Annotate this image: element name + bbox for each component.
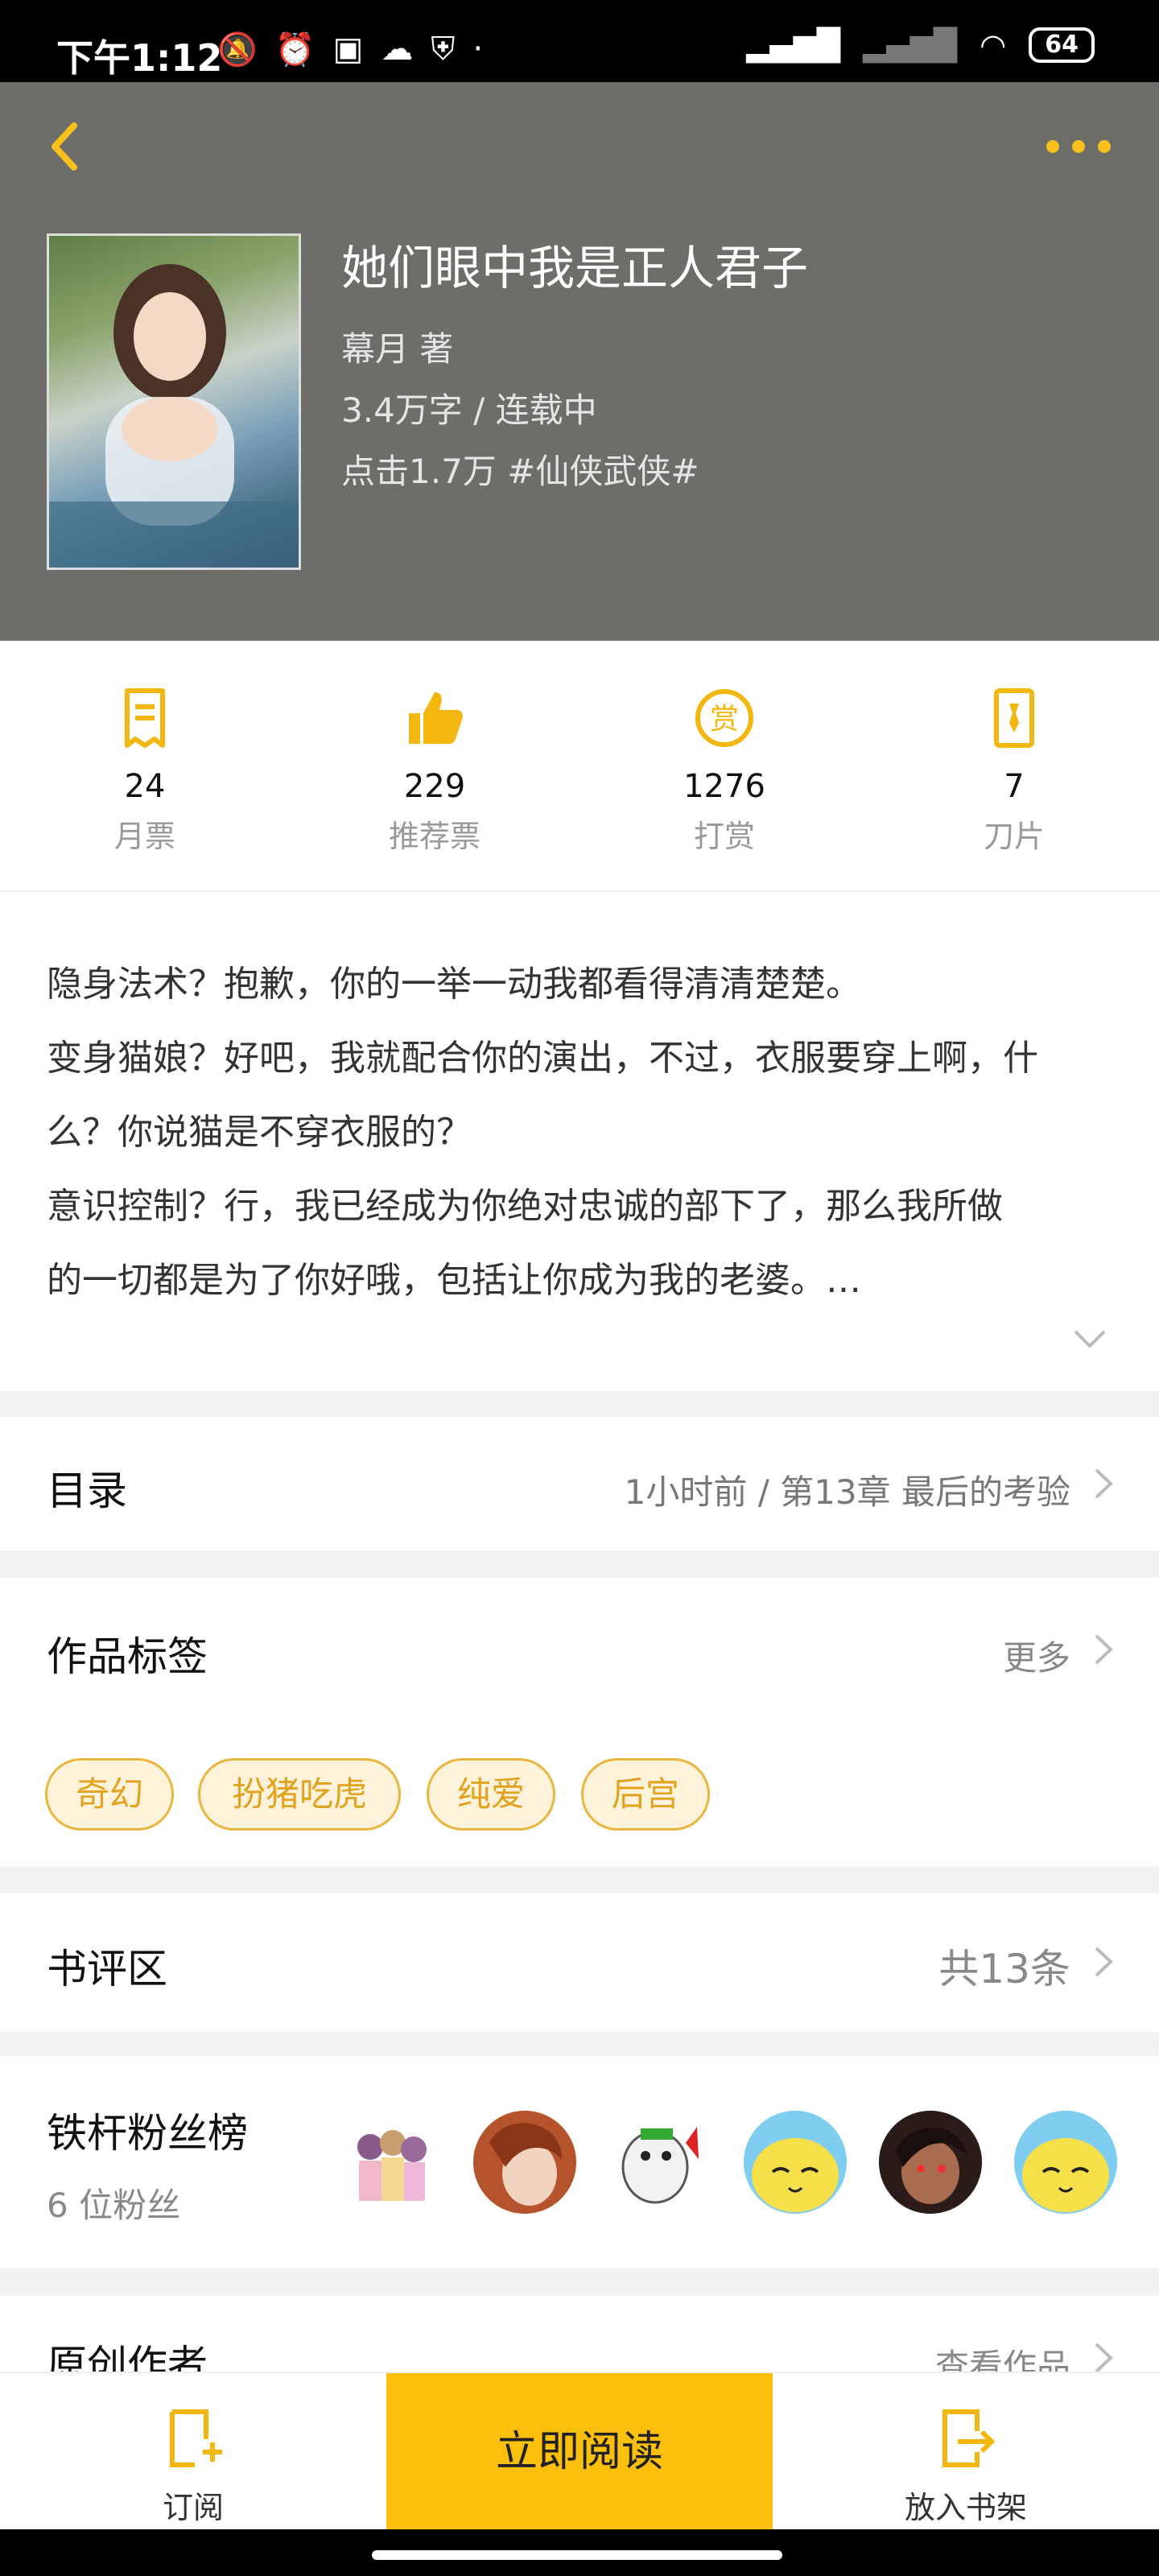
add-to-shelf-icon bbox=[942, 2409, 996, 2467]
stat-value: 1276 bbox=[683, 768, 765, 805]
fan-avatar[interactable] bbox=[473, 2111, 576, 2214]
dot-icon: · bbox=[472, 31, 484, 68]
reviews-count: 共13条 bbox=[938, 1946, 1070, 1992]
stat-label: 推荐票 bbox=[388, 819, 481, 854]
shield-icon: ⛨ bbox=[431, 31, 456, 68]
tags-section: 作品标签 更多 奇幻 扮猪吃虎 纯爱 后宫 bbox=[0, 1578, 1159, 1866]
chevron-right-icon bbox=[1095, 1468, 1113, 1499]
read-now-button[interactable]: 立即阅读 bbox=[386, 2373, 773, 2531]
book-author[interactable]: 幕月 著 bbox=[341, 322, 453, 371]
stat-value: 229 bbox=[403, 768, 466, 805]
thumbs-up-icon bbox=[409, 692, 463, 744]
description-line: 隐身法术？抱歉，你的一举一动我都看得清清楚楚。 bbox=[47, 964, 861, 1005]
catalog-title: 目录 bbox=[47, 1468, 127, 1514]
description-line: 么？你说猫是不穿衣服的？ bbox=[47, 1112, 472, 1153]
add-to-shelf-label: 放入书架 bbox=[904, 2490, 1027, 2525]
book-cover bbox=[47, 233, 301, 570]
cover-illustration bbox=[49, 264, 299, 568]
description-line: 变身猫娘？好吧，我就配合你的演出，不过，衣服要穿上啊，什 bbox=[47, 1038, 1038, 1079]
fan-avatar[interactable] bbox=[879, 2111, 982, 2214]
subscribe-icon bbox=[170, 2409, 222, 2467]
weather-icon: ☁ bbox=[381, 31, 414, 68]
stat-value: 24 bbox=[124, 768, 166, 805]
blade-icon bbox=[994, 688, 1034, 748]
signal-icon: ▂▄▆█ bbox=[746, 27, 841, 63]
reward-icon: 赏 bbox=[695, 689, 753, 747]
status-bar: 下午1:12 🔕 ⏰ ▣ ☁ ⛨ · ▂▄▆█ ▂▄▆█ ◠ 64 bbox=[0, 0, 1159, 82]
chevron-right-icon bbox=[1095, 2343, 1113, 2373]
svg-text:赏: 赏 bbox=[710, 703, 739, 736]
stat-recommend[interactable]: 229 推荐票 bbox=[314, 686, 555, 856]
expand-chevron-icon[interactable] bbox=[1072, 1327, 1107, 1351]
more-options-icon[interactable] bbox=[1046, 140, 1111, 153]
monthly-ticket-icon bbox=[125, 688, 165, 748]
subscribe-button[interactable]: 订阅 bbox=[0, 2373, 386, 2531]
stat-monthly-ticket[interactable]: 24 月票 bbox=[24, 686, 266, 856]
app-icon: ▣ bbox=[332, 31, 364, 68]
bottom-action-bar: 订阅 立即阅读 放入书架 bbox=[0, 2372, 1159, 2531]
reviews-title: 书评区 bbox=[47, 1946, 167, 1992]
status-icons-left: 🔕 ⏰ ▣ ☁ ⛨ · bbox=[217, 31, 483, 68]
signal-2-icon: ▂▄▆█ bbox=[863, 27, 958, 63]
fan-avatar[interactable] bbox=[744, 2111, 847, 2214]
stat-blade[interactable]: 7 刀片 bbox=[893, 686, 1135, 856]
fan-avatar[interactable] bbox=[608, 2111, 711, 2214]
catalog-latest-chapter: 1小时前 / 第13章 最后的考验 bbox=[624, 1472, 1070, 1512]
wifi-icon: ◠ bbox=[980, 27, 1007, 63]
mute-icon: 🔕 bbox=[217, 31, 258, 68]
catalog-row[interactable]: 目录 1小时前 / 第13章 最后的考验 bbox=[0, 1417, 1159, 1550]
system-nav-bar bbox=[0, 2529, 1159, 2576]
tag-chip[interactable]: 扮猪吃虎 bbox=[198, 1758, 401, 1831]
description-line: 的一切都是为了你好哦，包括让你成为我的老婆。… bbox=[47, 1260, 861, 1301]
stat-label: 打赏 bbox=[693, 819, 755, 854]
home-gesture-bar[interactable] bbox=[372, 2550, 782, 2560]
chevron-right-icon bbox=[1095, 1946, 1113, 1977]
description-line: 意识控制？行，我已经成为你绝对忠诚的部下了，那么我所做 bbox=[47, 1186, 1003, 1227]
fan-avatar[interactable] bbox=[338, 2111, 441, 2214]
alarm-icon: ⏰ bbox=[274, 31, 316, 68]
book-stats: 24 月票 229 推荐票 赏 1276 打赏 7 刀片 bbox=[0, 641, 1159, 892]
tags-more-link[interactable]: 更多 bbox=[1003, 1631, 1070, 1680]
book-description[interactable]: 隐身法术？抱歉，你的一举一动我都看得清清楚楚。 变身猫娘？好吧，我就配合你的演出… bbox=[0, 892, 1159, 1391]
fans-row[interactable]: 铁杆粉丝榜 6 位粉丝 bbox=[0, 2056, 1159, 2268]
status-time: 下午1:12 bbox=[56, 36, 223, 80]
battery-icon: 64 bbox=[1029, 27, 1095, 63]
tags-title: 作品标签 bbox=[47, 1633, 208, 1680]
chevron-right-icon bbox=[1095, 1634, 1113, 1665]
stat-label: 刀片 bbox=[983, 819, 1045, 854]
tag-chip[interactable]: 纯爱 bbox=[427, 1758, 555, 1831]
fan-avatar[interactable] bbox=[1014, 2111, 1117, 2214]
add-to-shelf-button[interactable]: 放入书架 bbox=[773, 2373, 1159, 2531]
book-clicks-genre: 点击1.7万 #仙侠武侠# bbox=[341, 452, 699, 491]
tag-chip[interactable]: 奇幻 bbox=[45, 1758, 174, 1831]
stat-label: 月票 bbox=[113, 819, 175, 854]
status-icons-right: ▂▄▆█ ▂▄▆█ ◠ 64 bbox=[746, 27, 1095, 63]
reviews-row[interactable]: 书评区 共13条 bbox=[0, 1893, 1159, 2032]
tag-chip[interactable]: 后宫 bbox=[581, 1758, 710, 1831]
back-arrow-icon[interactable] bbox=[40, 114, 89, 179]
stat-reward[interactable]: 赏 1276 打赏 bbox=[604, 686, 845, 856]
book-header: 她们眼中我是正人君子 幕月 著 3.4万字 / 连载中 点击1.7万 #仙侠武侠… bbox=[0, 82, 1159, 641]
stat-value: 7 bbox=[1004, 768, 1025, 805]
subscribe-label: 订阅 bbox=[162, 2490, 224, 2525]
book-title: 她们眼中我是正人君子 bbox=[341, 241, 809, 295]
book-words-status: 3.4万字 / 连载中 bbox=[341, 390, 597, 430]
